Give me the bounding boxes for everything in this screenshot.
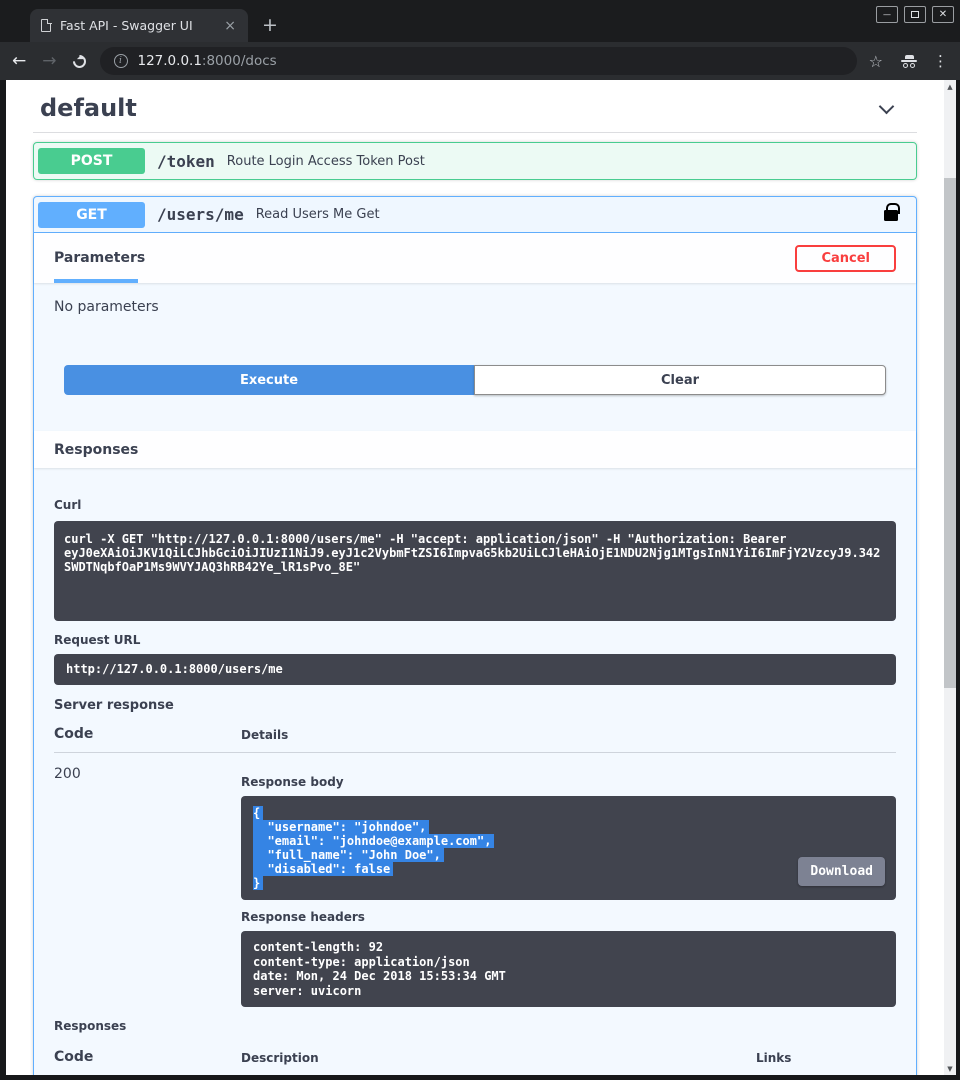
minimize-button[interactable]: — — [876, 6, 898, 23]
close-button[interactable]: ✕ — [932, 6, 954, 23]
get-path: /users/me — [157, 205, 244, 224]
clear-button[interactable]: Clear — [474, 365, 886, 395]
no-parameters-text: No parameters — [54, 299, 896, 315]
post-summary-text: Route Login Access Token Post — [227, 154, 904, 169]
opblock-post-token: POST /token Route Login Access Token Pos… — [33, 142, 917, 180]
bookmark-star-icon[interactable]: ☆ — [869, 52, 883, 71]
browser-tab[interactable]: Fast API - Swagger UI × — [30, 9, 248, 42]
section-title: default — [40, 94, 137, 122]
opblock-get-users-me: GET /users/me Read Users Me Get Paramete… — [33, 196, 917, 1075]
parameters-tab: Parameters — [54, 250, 145, 266]
maximize-button[interactable] — [904, 6, 926, 23]
tab-title: Fast API - Swagger UI — [60, 18, 220, 33]
responses-section-label: Responses — [54, 442, 138, 458]
code-column-header: Code — [54, 1049, 241, 1065]
browser-tab-bar: Fast API - Swagger UI × + — ✕ — [0, 0, 960, 42]
address-bar[interactable]: i 127.0.0.1:8000/docs — [100, 47, 857, 75]
links-column-header: Links — [756, 1051, 896, 1065]
get-opblock-body: Parameters Cancel No parameters Execute … — [34, 233, 916, 1075]
default-section-header[interactable]: default — [6, 80, 944, 122]
forward-icon[interactable]: → — [42, 53, 56, 70]
responses-area: Curl curl -X GET "http://127.0.0.1:8000/… — [34, 498, 916, 1075]
lock-icon[interactable] — [884, 210, 898, 221]
get-users-me-summary[interactable]: GET /users/me Read Users Me Get — [34, 197, 916, 233]
parameters-area: No parameters Execute Clear — [34, 283, 916, 431]
server-response-table-header: Code Details — [54, 726, 896, 753]
cancel-button[interactable]: Cancel — [795, 245, 896, 272]
responses-table-label: Responses — [54, 1019, 896, 1033]
site-info-icon[interactable]: i — [114, 54, 128, 68]
scrollbar-up-icon[interactable]: ▲ — [944, 80, 956, 93]
incognito-icon — [899, 55, 919, 68]
response-body-label: Response body — [241, 775, 896, 789]
curl-label: Curl — [54, 498, 896, 512]
browser-window: Fast API - Swagger UI × + — ✕ ← → i 127.… — [0, 0, 960, 1080]
request-url-value: http://127.0.0.1:8000/users/me — [54, 654, 896, 685]
page-favicon-icon — [41, 19, 51, 32]
reload-icon[interactable] — [70, 52, 88, 70]
server-response-row: 200 Response body { "username": "johndoe… — [54, 753, 896, 1007]
section-divider — [33, 132, 917, 133]
execute-button[interactable]: Execute — [64, 365, 474, 395]
responses-table-header: Code Description Links — [54, 1049, 896, 1075]
curl-command: curl -X GET "http://127.0.0.1:8000/users… — [54, 521, 896, 621]
execute-row: Execute Clear — [64, 365, 886, 395]
tab-close-icon[interactable]: × — [220, 18, 240, 34]
responses-section-header: Responses — [34, 431, 916, 468]
back-icon[interactable]: ← — [12, 53, 26, 70]
status-code: 200 — [54, 766, 241, 1007]
url-path: :8000/docs — [202, 53, 277, 69]
description-column-header: Description — [241, 1051, 756, 1065]
browser-menu-icon[interactable]: ⋮ — [933, 52, 948, 70]
scrollbar-thumb[interactable] — [944, 178, 956, 688]
browser-toolbar: ← → i 127.0.0.1:8000/docs ☆ ⋮ — [0, 42, 960, 80]
post-method-badge: POST — [38, 148, 145, 174]
maximize-icon — [911, 11, 919, 18]
window-controls: — ✕ — [870, 6, 954, 23]
post-token-summary[interactable]: POST /token Route Login Access Token Pos… — [34, 143, 916, 179]
parameters-header: Parameters Cancel — [34, 233, 916, 283]
chevron-down-icon — [879, 98, 895, 114]
response-body: { "username": "johndoe", "email": "johnd… — [241, 796, 896, 900]
details-column-header: Details — [241, 728, 896, 742]
code-column-header: Code — [54, 726, 241, 742]
parameters-tab-underline — [54, 279, 138, 283]
scrollbar-down-icon[interactable]: ▼ — [944, 1062, 956, 1075]
download-button[interactable]: Download — [798, 857, 885, 886]
new-tab-button[interactable]: + — [262, 16, 278, 35]
response-details-cell: Response body { "username": "johndoe", "… — [241, 766, 896, 1007]
post-path: /token — [157, 152, 215, 171]
response-headers: content-length: 92content-type: applicat… — [241, 931, 896, 1007]
get-method-badge: GET — [38, 202, 145, 228]
server-response-label: Server response — [54, 698, 896, 713]
response-headers-label: Response headers — [241, 910, 896, 924]
page-content: default POST /token Route Login Access T… — [6, 80, 944, 1075]
page-scrollbar[interactable]: ▲ ▼ — [944, 80, 956, 1075]
url-host: 127.0.0.1 — [138, 53, 202, 69]
get-summary-text: Read Users Me Get — [256, 207, 884, 222]
request-url-label: Request URL — [54, 633, 896, 647]
